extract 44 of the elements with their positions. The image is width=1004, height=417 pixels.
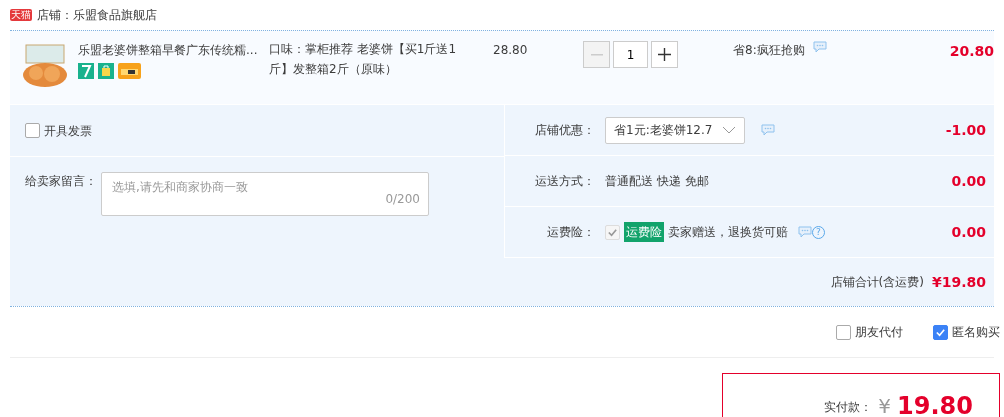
option-amount: 0.00	[951, 171, 986, 191]
total-label: 店铺合计(含运费)	[830, 274, 924, 291]
option-label: 运费险：	[546, 224, 595, 241]
char-counter: 0/200	[385, 191, 420, 208]
total-amount: ¥19.80	[931, 272, 986, 292]
minus-icon	[590, 53, 603, 56]
payment-label: 实付款：	[824, 399, 873, 416]
badge-seven-icon	[78, 63, 94, 79]
shipping-method: 普通配送 快递 免邮	[605, 173, 709, 190]
decrease-button[interactable]	[583, 41, 610, 68]
option-label: 匿名购买	[952, 324, 1000, 341]
product-spec: 口味：掌柜推荐 老婆饼【买1斤送1斤】发整箱2斤（原味）	[269, 41, 458, 78]
store-name[interactable]: 店铺：乐盟食品旗舰店	[37, 6, 157, 24]
insurance-tag: 运费险	[624, 222, 664, 242]
check-icon	[607, 226, 618, 238]
insurance-text: 卖家赠送，退换货可赔	[668, 224, 788, 241]
badge-bag-icon	[98, 63, 114, 79]
check-icon	[935, 326, 946, 338]
quantity-field[interactable]: 1	[613, 41, 648, 68]
checkbox[interactable]	[836, 324, 851, 340]
currency-symbol: ¥	[878, 393, 892, 417]
coupon-select[interactable]: 省1元:老婆饼12.7	[605, 116, 746, 144]
payment-amount: 19.80	[897, 391, 973, 417]
invoice-label: 开具发票	[44, 122, 92, 140]
option-label: 运送方式：	[534, 173, 595, 190]
subtotal-price: 20.80	[949, 42, 994, 61]
message-label: 给卖家留言：	[25, 173, 97, 190]
promo-text: 省8:疯狂抢购	[733, 42, 805, 59]
chat-icon[interactable]	[761, 124, 776, 136]
checkbox[interactable]	[933, 324, 948, 340]
option-amount: -1.00	[945, 120, 986, 140]
plus-icon	[658, 48, 671, 61]
option-amount: 0.00	[951, 222, 986, 242]
chevron-icon	[722, 126, 737, 134]
checkbox[interactable]	[25, 123, 40, 138]
product-title[interactable]: 乐盟老婆饼整箱早餐广东传统糯...	[78, 41, 264, 59]
increase-button[interactable]	[651, 41, 678, 68]
chat-icon[interactable]	[798, 226, 812, 238]
option-label: 朋友代付	[855, 324, 903, 341]
card-icon	[118, 63, 141, 79]
placeholder-text: 选填,请先和商家协商一致	[112, 180, 248, 194]
option-label: 店铺优惠：	[534, 122, 595, 139]
store-badge: 天猫	[10, 9, 32, 21]
unit-price: 28.80	[493, 42, 529, 59]
